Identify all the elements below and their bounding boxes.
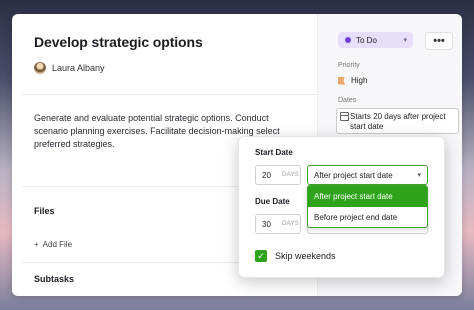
start-days-unit: DAYS	[282, 172, 300, 178]
subtasks-heading: Subtasks	[34, 274, 75, 284]
dates-field[interactable]: Starts 20 days after project start date	[336, 108, 459, 134]
priority-label: Priority	[338, 62, 360, 69]
checkbox-checked-icon[interactable]: ✓	[255, 250, 267, 262]
start-anchor-value: After project start date	[314, 170, 393, 180]
dropdown-option-before-end[interactable]: Before project end date	[308, 207, 427, 227]
chevron-down-icon: ▾	[417, 172, 421, 179]
priority-text: High	[351, 76, 368, 85]
add-file-label: Add File	[42, 240, 73, 249]
task-title[interactable]: Develop strategic options	[34, 34, 203, 50]
status-label: To Do	[356, 35, 377, 45]
start-date-label: Start Date	[255, 148, 293, 157]
due-date-label: Due Date	[255, 197, 290, 206]
start-days-input[interactable]: 20 DAYS	[255, 165, 301, 185]
anchor-dropdown-menu: After project start date Before project …	[307, 185, 428, 228]
status-dropdown[interactable]: To Do ▾	[338, 32, 413, 48]
calendar-icon	[340, 112, 349, 121]
assignee-name: Laura Albany	[52, 63, 105, 73]
avatar	[34, 62, 46, 74]
due-days-unit: DAYS	[282, 221, 300, 227]
start-days-value: 20	[262, 170, 271, 180]
start-anchor-select[interactable]: After project start date ▾	[307, 165, 428, 185]
chevron-down-icon: ▾	[403, 37, 407, 44]
flag-icon	[338, 76, 345, 85]
dates-value: Starts 20 days after project start date	[350, 112, 446, 131]
skip-weekends-label: Skip weekends	[275, 251, 336, 261]
assignee[interactable]: Laura Albany	[34, 62, 105, 74]
divider	[22, 94, 317, 95]
status-dot-icon	[345, 37, 351, 43]
more-options-button[interactable]: •••	[425, 32, 453, 50]
priority-value[interactable]: High	[338, 76, 367, 85]
date-settings-popup: Start Date 20 DAYS After project start d…	[238, 136, 445, 278]
due-days-value: 30	[262, 219, 271, 229]
add-file-button[interactable]: + Add File	[34, 240, 72, 249]
plus-icon: +	[34, 240, 39, 249]
dates-label: Dates	[338, 97, 357, 104]
due-days-input[interactable]: 30 DAYS	[255, 214, 301, 234]
skip-weekends-toggle[interactable]: ✓ Skip weekends	[255, 250, 336, 262]
files-heading: Files	[34, 206, 55, 216]
dropdown-option-after-start[interactable]: After project start date	[308, 186, 427, 207]
